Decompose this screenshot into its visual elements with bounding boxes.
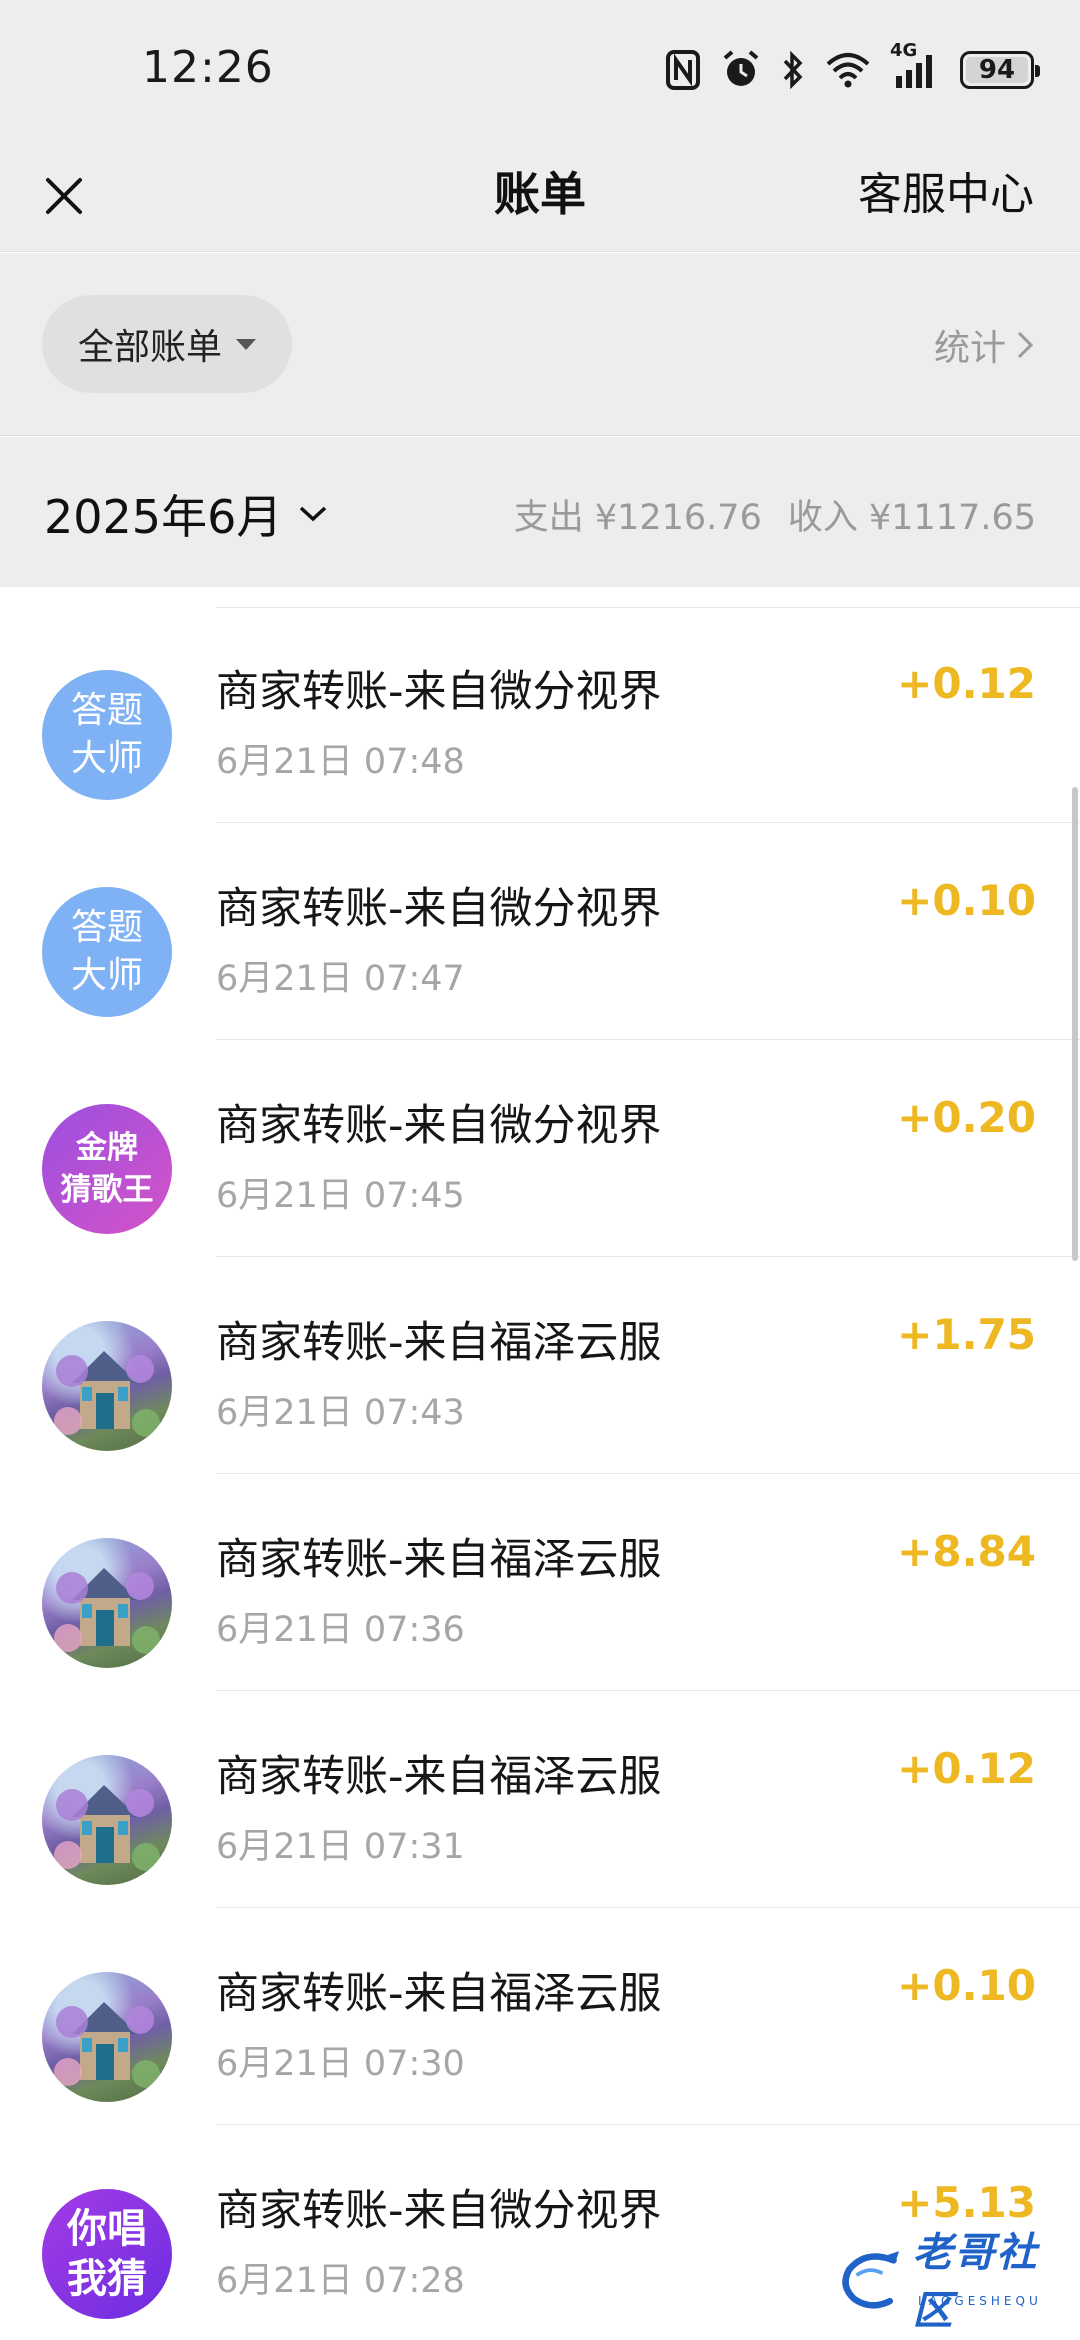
row-divider	[216, 822, 1080, 823]
bill-type-dropdown[interactable]: 全部账单	[42, 295, 292, 393]
transaction-amount: +8.84	[897, 1527, 1036, 1576]
avatar-label: 答题 大师	[71, 904, 143, 1000]
avatar-label: 金牌 猜歌王	[61, 1127, 154, 1211]
transaction-row[interactable]: 商家转账-来自福泽云服 6月21日 07:30 +0.10	[0, 1909, 1080, 2125]
transaction-amount: +0.20	[897, 1093, 1036, 1142]
customer-service-link[interactable]: 客服中心	[858, 158, 1034, 222]
transaction-row[interactable]: 答题大师 商家转账-来自微分视界 6月21日 07:48 +0.12	[0, 607, 1080, 823]
transaction-amount: +0.12	[897, 1744, 1036, 1793]
row-divider	[216, 1907, 1080, 1908]
top-bar: 账单 客服中心	[0, 140, 1080, 252]
row-divider	[216, 1473, 1080, 1474]
avatar-label: 答题 大师	[71, 687, 143, 783]
bluetooth-icon	[782, 50, 804, 90]
nfc-icon	[666, 50, 700, 90]
transaction-time: 6月21日 07:48	[216, 742, 465, 782]
house-illustration-icon	[54, 2002, 160, 2088]
merchant-avatar	[42, 1755, 172, 1885]
avatar-text: 猜歌王	[60, 1172, 154, 1208]
house-illustration-icon	[54, 1568, 160, 1654]
status-time: 12:26	[142, 42, 274, 93]
avatar-text: 你唱	[67, 2206, 147, 2252]
transaction-title: 商家转账-来自微分视界	[216, 667, 662, 717]
transaction-amount: +0.12	[897, 659, 1036, 708]
merchant-avatar: 答题 大师	[42, 887, 172, 1017]
transaction-row[interactable]: 商家转账-来自福泽云服 6月21日 07:31 +0.12	[0, 1692, 1080, 1908]
bill-type-label: 全部账单	[77, 327, 222, 368]
house-illustration-icon	[54, 1785, 160, 1871]
transaction-time: 6月21日 07:47	[216, 959, 465, 999]
income-total: 收入 ¥1117.65	[787, 498, 1036, 538]
merchant-avatar	[42, 1538, 172, 1668]
avatar-text: 答题	[70, 690, 143, 731]
merchant-avatar: 金牌 猜歌王	[42, 1104, 172, 1234]
battery-level: 94	[978, 55, 1016, 85]
transaction-amount: +0.10	[897, 1961, 1036, 2010]
status-icons: 4G 94	[666, 40, 1040, 92]
transaction-time: 6月21日 07:30	[216, 2044, 465, 2084]
merchant-avatar	[42, 1321, 172, 1451]
wifi-icon	[826, 52, 870, 88]
dragon-logo-icon	[842, 2251, 900, 2309]
month-summary-row: 2025年6月 支出 ¥1216.76 收入 ¥1117.65	[0, 437, 1080, 587]
avatar-label: 你唱 我猜	[67, 2204, 147, 2304]
statistics-link[interactable]: 统计	[934, 319, 1034, 371]
transaction-time: 6月21日 07:43	[216, 1393, 465, 1433]
transaction-title: 商家转账-来自福泽云服	[216, 1752, 662, 1802]
month-selector[interactable]: 2025年6月	[44, 481, 328, 547]
transaction-row[interactable]: 商家转账-来自福泽云服 6月21日 07:36 +8.84	[0, 1475, 1080, 1691]
transaction-time: 6月21日 07:45	[216, 1176, 465, 1216]
caret-down-icon	[236, 338, 256, 350]
transaction-amount: +0.10	[897, 876, 1036, 925]
transaction-title: 商家转账-来自微分视界	[216, 1101, 662, 1151]
transaction-time: 6月21日 07:36	[216, 1610, 465, 1650]
transaction-title: 商家转账-来自福泽云服	[216, 1969, 662, 2019]
transaction-title: 商家转账-来自微分视界	[216, 2186, 662, 2236]
merchant-avatar: 答题 大师	[42, 670, 172, 800]
statistics-label: 统计	[933, 328, 1006, 369]
merchant-avatar: 你唱 我猜	[42, 2189, 172, 2319]
filter-row: 全部账单 统计	[0, 253, 1080, 436]
row-divider	[216, 2124, 1080, 2125]
transaction-list[interactable]: 答题 大师 商家转账-来自微分视界 6月21日 07:48 +0.12 答题 大师 商家转账-…	[0, 587, 1080, 2340]
watermark-logo: 老哥社区 LAOGESHEQU	[838, 2230, 1068, 2334]
watermark-subtext: LAOGESHEQU	[918, 2294, 1042, 2308]
month-totals: 支出 ¥1216.76 收入 ¥1117.65	[514, 489, 1036, 540]
expense-total: 支出 ¥1216.76	[513, 498, 762, 538]
cellular-signal-icon: 4G	[890, 40, 938, 90]
scrollbar[interactable]	[1072, 787, 1078, 1261]
transaction-title: 商家转账-来自微分视界	[216, 884, 662, 934]
transaction-amount: +1.75	[897, 1310, 1036, 1359]
transaction-time: 6月21日 07:28	[216, 2261, 465, 2301]
avatar-text: 金牌	[76, 1130, 138, 1166]
house-illustration-icon	[54, 1351, 160, 1437]
transaction-time: 6月21日 07:31	[216, 1827, 465, 1867]
row-divider	[216, 1690, 1080, 1691]
chevron-right-icon	[1017, 331, 1034, 359]
transaction-title: 商家转账-来自福泽云服	[216, 1318, 662, 1368]
battery-icon: 94	[960, 51, 1040, 89]
avatar-text: 大师	[70, 738, 143, 779]
chevron-down-icon	[300, 506, 327, 522]
transaction-row[interactable]: 答题大师 商家转账-来自微分视界 6月21日 07:47 +0.10	[0, 824, 1080, 1040]
transaction-row[interactable]: 商家转账-来自福泽云服 6月21日 07:43 +1.75	[0, 1258, 1080, 1474]
transaction-title: 商家转账-来自福泽云服	[216, 1535, 662, 1585]
avatar-text: 答题	[70, 907, 143, 948]
month-label: 2025年6月	[44, 490, 283, 544]
watermark-text: 老哥社区	[912, 2230, 1039, 2334]
row-divider	[216, 1256, 1080, 1257]
row-divider	[216, 1039, 1080, 1040]
alarm-icon	[722, 50, 760, 90]
status-bar: 12:26 4G 94	[0, 0, 1080, 140]
avatar-text: 我猜	[67, 2256, 147, 2302]
merchant-avatar	[42, 1972, 172, 2102]
network-type-label: 4G	[890, 40, 918, 61]
transaction-row[interactable]: 金牌猜歌王 商家转账-来自微分视界 6月21日 07:45 +0.20	[0, 1041, 1080, 1257]
avatar-text: 大师	[70, 955, 143, 996]
